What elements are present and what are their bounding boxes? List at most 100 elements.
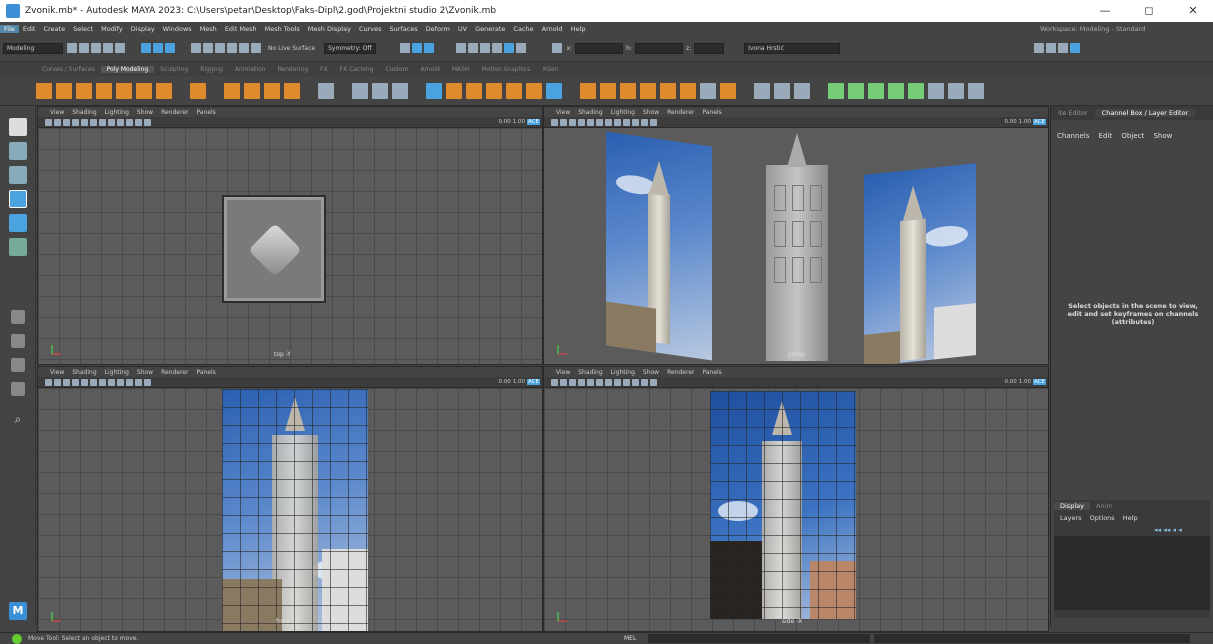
textured-icon[interactable] [108, 118, 115, 126]
cb-menu-edit[interactable]: Edit [1099, 132, 1113, 140]
snap-view-icon[interactable] [227, 43, 237, 53]
viewport-persp[interactable]: View Shading Lighting Show Renderer Pane… [543, 106, 1049, 365]
cb-menu-object[interactable]: Object [1121, 132, 1144, 140]
image-plane-icon[interactable] [72, 378, 79, 386]
command-line-input[interactable] [648, 634, 870, 643]
booleans-icon[interactable] [486, 82, 502, 99]
render-view-icon[interactable] [479, 43, 490, 53]
vp-menu-panels[interactable]: Panels [192, 109, 219, 116]
gamma-value[interactable]: 1.00 [513, 119, 525, 125]
menu-create[interactable]: Create [39, 25, 69, 33]
smooth-icon[interactable] [506, 82, 522, 99]
shelf-tab-motion-graphics[interactable]: Motion Graphics [475, 66, 536, 73]
menu-cache[interactable]: Cache [509, 25, 537, 33]
mode-dropdown[interactable]: Modeling [3, 42, 63, 54]
symmetry-dropdown[interactable]: Symmetry: Off [324, 42, 376, 54]
offset-edge-loop-icon[interactable] [794, 82, 810, 99]
cb-menu-channels[interactable]: Channels [1057, 132, 1089, 140]
render-settings-icon[interactable] [455, 43, 466, 53]
grid-toggle-icon[interactable] [587, 378, 594, 386]
image-plane-icon[interactable] [578, 118, 585, 126]
four-pane-layout-icon[interactable] [11, 334, 25, 348]
vp-menu-view[interactable]: View [552, 109, 574, 116]
poly-cone-icon[interactable] [96, 82, 112, 99]
poly-text-icon[interactable] [264, 82, 280, 99]
uv-checker-icon[interactable] [928, 82, 944, 99]
gamma-value[interactable]: 1.00 [1019, 379, 1031, 385]
arnold-render-icon[interactable] [503, 43, 514, 53]
paint-select-tool-icon[interactable] [9, 166, 27, 184]
smooth-shade-icon[interactable] [99, 118, 106, 126]
mel-label[interactable]: MEL [624, 635, 636, 642]
cb-menu-show[interactable]: Show [1153, 132, 1172, 140]
vp-menu-view[interactable]: View [46, 109, 68, 116]
vp-menu-shading[interactable]: Shading [574, 369, 606, 376]
shadows-icon[interactable] [632, 118, 639, 126]
light-editor-icon[interactable] [491, 43, 502, 53]
multi-cut-icon[interactable] [700, 82, 716, 99]
poly-torus-icon[interactable] [116, 82, 132, 99]
vp-menu-lighting[interactable]: Lighting [607, 109, 639, 116]
separate-icon[interactable] [446, 82, 462, 99]
xray-icon[interactable] [650, 118, 657, 126]
attribute-editor-icon[interactable] [1046, 43, 1057, 53]
x-field[interactable] [575, 42, 624, 54]
select-tool-icon[interactable] [9, 118, 27, 136]
menu-uv[interactable]: UV [454, 25, 471, 33]
target-weld-icon[interactable] [720, 82, 736, 99]
user-account-dropdown[interactable]: Ivona Hrstić [744, 42, 841, 54]
platonic-solid-icon[interactable] [190, 82, 206, 99]
bookmark-icon[interactable] [569, 378, 576, 386]
camera-attr-icon[interactable] [54, 378, 61, 386]
center-pivot-icon[interactable] [372, 82, 388, 99]
two-pane-layout-icon[interactable] [11, 358, 25, 372]
menu-modify[interactable]: Modify [97, 25, 127, 33]
camera-attr-icon[interactable] [54, 118, 61, 126]
tab-channel-box[interactable]: Channel Box / Layer Editor [1094, 109, 1196, 117]
menu-edit-mesh[interactable]: Edit Mesh [221, 25, 261, 33]
poly-disc-icon[interactable] [156, 82, 172, 99]
bookmark-icon[interactable] [63, 378, 70, 386]
tool-settings-icon[interactable] [1058, 43, 1069, 53]
vp-menu-lighting[interactable]: Lighting [101, 369, 133, 376]
vp-menu-show[interactable]: Show [133, 109, 157, 116]
quad-draw-icon[interactable] [754, 82, 770, 99]
isolate-icon[interactable] [135, 378, 142, 386]
open-scene-icon[interactable] [79, 43, 89, 53]
grid-toggle-icon[interactable] [587, 118, 594, 126]
menu-mesh-display[interactable]: Mesh Display [304, 25, 355, 33]
shelf-tab-poly-modeling[interactable]: Poly Modeling [100, 65, 155, 73]
uv-editor-icon[interactable] [908, 82, 924, 99]
shelf-tab-arnold[interactable]: Arnold [414, 66, 445, 73]
type-icon[interactable] [318, 82, 334, 99]
close-button[interactable]: ✕ [1176, 0, 1210, 22]
workspace-label[interactable]: Workspace: Modeling - Standard [1040, 25, 1145, 33]
layer-menu-options[interactable]: Options [1090, 514, 1115, 522]
camera-select-icon[interactable] [45, 378, 52, 386]
xray-icon[interactable] [650, 378, 657, 386]
exposure-value[interactable]: 0.00 [1005, 379, 1017, 385]
undo-icon[interactable] [103, 43, 113, 53]
poly-cube-icon[interactable] [56, 82, 72, 99]
vp-menu-renderer[interactable]: Renderer [157, 369, 192, 376]
uv-spherical-icon[interactable] [888, 82, 904, 99]
menu-arnold[interactable]: Arnold [538, 25, 567, 33]
menu-file[interactable]: File [0, 24, 19, 33]
sweep-mesh-icon[interactable] [244, 82, 260, 99]
bridge-icon[interactable] [600, 82, 616, 99]
live-surface-label[interactable]: No Live Surface [268, 45, 315, 52]
sew-uv-icon[interactable] [968, 82, 984, 99]
menu-select[interactable]: Select [69, 25, 97, 33]
shadows-icon[interactable] [126, 118, 133, 126]
vp-menu-view[interactable]: View [552, 369, 574, 376]
reference-image-front[interactable] [222, 389, 368, 631]
vp-menu-show[interactable]: Show [133, 369, 157, 376]
shadows-icon[interactable] [632, 378, 639, 386]
viewport-front[interactable]: View Shading Lighting Show Renderer Pane… [37, 366, 543, 632]
gamma-value[interactable]: 1.00 [513, 379, 525, 385]
bookmark-icon[interactable] [569, 118, 576, 126]
isolate-icon[interactable] [135, 118, 142, 126]
render-icon[interactable] [411, 43, 422, 53]
vp-menu-show[interactable]: Show [639, 369, 663, 376]
channel-box-icon[interactable] [1070, 43, 1081, 53]
